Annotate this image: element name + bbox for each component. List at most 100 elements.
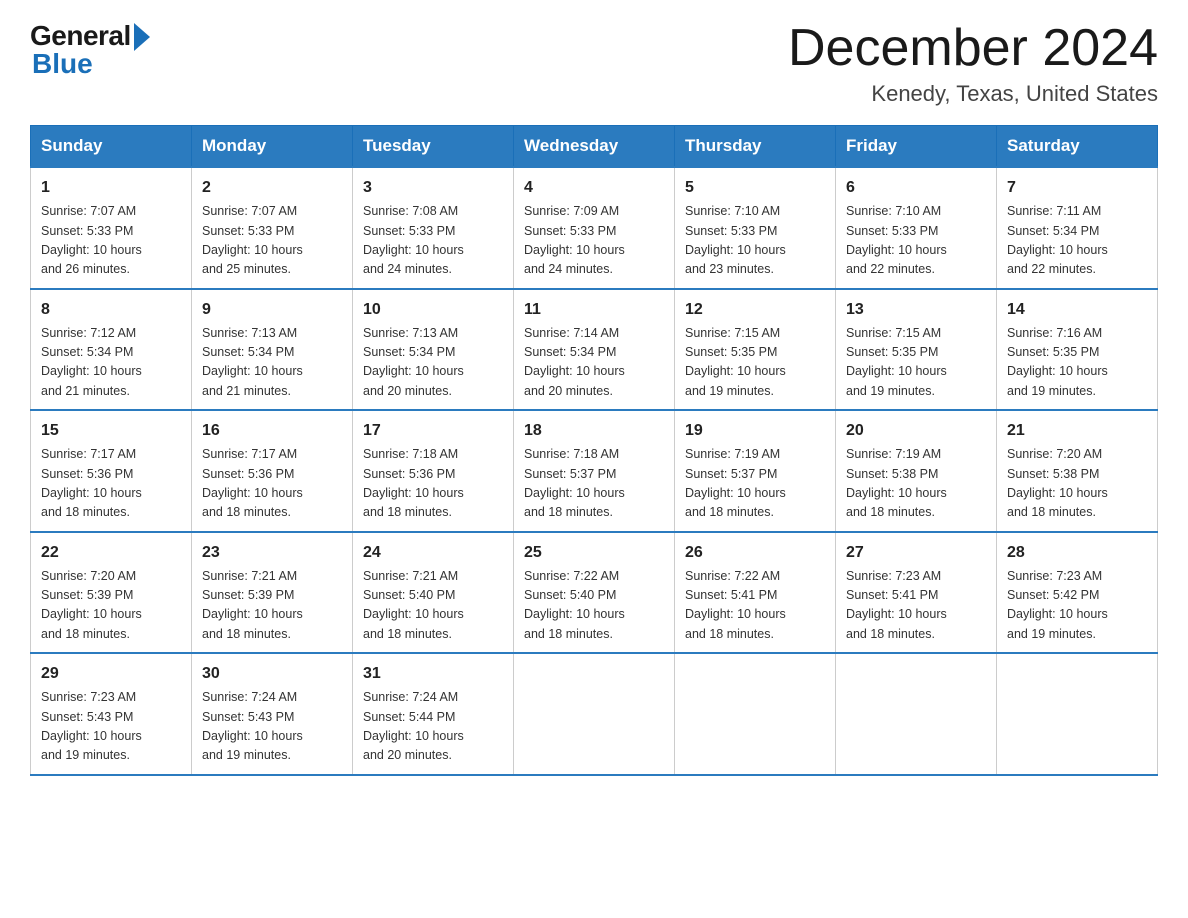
table-row: 17Sunrise: 7:18 AMSunset: 5:36 PMDayligh… <box>353 410 514 532</box>
day-info: Sunrise: 7:07 AMSunset: 5:33 PMDaylight:… <box>202 202 342 280</box>
day-info: Sunrise: 7:18 AMSunset: 5:37 PMDaylight:… <box>524 445 664 523</box>
day-header-saturday: Saturday <box>997 126 1158 168</box>
day-number: 3 <box>363 176 503 200</box>
day-info: Sunrise: 7:22 AMSunset: 5:40 PMDaylight:… <box>524 567 664 645</box>
table-row: 2Sunrise: 7:07 AMSunset: 5:33 PMDaylight… <box>192 167 353 289</box>
day-number: 16 <box>202 419 342 443</box>
logo: General Blue <box>30 20 150 80</box>
table-row: 4Sunrise: 7:09 AMSunset: 5:33 PMDaylight… <box>514 167 675 289</box>
calendar-week-3: 15Sunrise: 7:17 AMSunset: 5:36 PMDayligh… <box>31 410 1158 532</box>
day-info: Sunrise: 7:10 AMSunset: 5:33 PMDaylight:… <box>685 202 825 280</box>
day-number: 31 <box>363 662 503 686</box>
table-row: 12Sunrise: 7:15 AMSunset: 5:35 PMDayligh… <box>675 289 836 411</box>
day-number: 4 <box>524 176 664 200</box>
day-number: 15 <box>41 419 181 443</box>
table-row <box>836 653 997 775</box>
calendar-week-4: 22Sunrise: 7:20 AMSunset: 5:39 PMDayligh… <box>31 532 1158 654</box>
day-number: 6 <box>846 176 986 200</box>
table-row: 1Sunrise: 7:07 AMSunset: 5:33 PMDaylight… <box>31 167 192 289</box>
table-row <box>514 653 675 775</box>
day-header-friday: Friday <box>836 126 997 168</box>
location-subtitle: Kenedy, Texas, United States <box>788 81 1158 107</box>
day-number: 26 <box>685 541 825 565</box>
day-info: Sunrise: 7:23 AMSunset: 5:43 PMDaylight:… <box>41 688 181 766</box>
day-info: Sunrise: 7:13 AMSunset: 5:34 PMDaylight:… <box>363 324 503 402</box>
logo-blue-text: Blue <box>32 48 93 80</box>
table-row: 24Sunrise: 7:21 AMSunset: 5:40 PMDayligh… <box>353 532 514 654</box>
day-info: Sunrise: 7:22 AMSunset: 5:41 PMDaylight:… <box>685 567 825 645</box>
day-number: 29 <box>41 662 181 686</box>
day-info: Sunrise: 7:16 AMSunset: 5:35 PMDaylight:… <box>1007 324 1147 402</box>
day-number: 10 <box>363 298 503 322</box>
day-info: Sunrise: 7:19 AMSunset: 5:37 PMDaylight:… <box>685 445 825 523</box>
table-row: 8Sunrise: 7:12 AMSunset: 5:34 PMDaylight… <box>31 289 192 411</box>
day-number: 13 <box>846 298 986 322</box>
day-info: Sunrise: 7:18 AMSunset: 5:36 PMDaylight:… <box>363 445 503 523</box>
month-year-title: December 2024 <box>788 20 1158 77</box>
day-number: 24 <box>363 541 503 565</box>
table-row <box>675 653 836 775</box>
day-number: 7 <box>1007 176 1147 200</box>
day-number: 12 <box>685 298 825 322</box>
calendar-table: SundayMondayTuesdayWednesdayThursdayFrid… <box>30 125 1158 776</box>
day-info: Sunrise: 7:24 AMSunset: 5:43 PMDaylight:… <box>202 688 342 766</box>
day-info: Sunrise: 7:14 AMSunset: 5:34 PMDaylight:… <box>524 324 664 402</box>
table-row: 10Sunrise: 7:13 AMSunset: 5:34 PMDayligh… <box>353 289 514 411</box>
day-number: 25 <box>524 541 664 565</box>
table-row: 7Sunrise: 7:11 AMSunset: 5:34 PMDaylight… <box>997 167 1158 289</box>
day-number: 22 <box>41 541 181 565</box>
day-number: 19 <box>685 419 825 443</box>
calendar-week-1: 1Sunrise: 7:07 AMSunset: 5:33 PMDaylight… <box>31 167 1158 289</box>
table-row: 23Sunrise: 7:21 AMSunset: 5:39 PMDayligh… <box>192 532 353 654</box>
day-number: 18 <box>524 419 664 443</box>
day-info: Sunrise: 7:15 AMSunset: 5:35 PMDaylight:… <box>685 324 825 402</box>
table-row: 27Sunrise: 7:23 AMSunset: 5:41 PMDayligh… <box>836 532 997 654</box>
calendar-body: 1Sunrise: 7:07 AMSunset: 5:33 PMDaylight… <box>31 167 1158 775</box>
table-row: 25Sunrise: 7:22 AMSunset: 5:40 PMDayligh… <box>514 532 675 654</box>
day-info: Sunrise: 7:17 AMSunset: 5:36 PMDaylight:… <box>202 445 342 523</box>
day-info: Sunrise: 7:20 AMSunset: 5:39 PMDaylight:… <box>41 567 181 645</box>
logo-arrow-icon <box>134 23 150 51</box>
day-info: Sunrise: 7:09 AMSunset: 5:33 PMDaylight:… <box>524 202 664 280</box>
day-header-sunday: Sunday <box>31 126 192 168</box>
table-row: 30Sunrise: 7:24 AMSunset: 5:43 PMDayligh… <box>192 653 353 775</box>
table-row: 3Sunrise: 7:08 AMSunset: 5:33 PMDaylight… <box>353 167 514 289</box>
day-number: 28 <box>1007 541 1147 565</box>
day-info: Sunrise: 7:19 AMSunset: 5:38 PMDaylight:… <box>846 445 986 523</box>
day-number: 14 <box>1007 298 1147 322</box>
day-info: Sunrise: 7:11 AMSunset: 5:34 PMDaylight:… <box>1007 202 1147 280</box>
table-row: 14Sunrise: 7:16 AMSunset: 5:35 PMDayligh… <box>997 289 1158 411</box>
table-row: 19Sunrise: 7:19 AMSunset: 5:37 PMDayligh… <box>675 410 836 532</box>
day-number: 1 <box>41 176 181 200</box>
table-row: 5Sunrise: 7:10 AMSunset: 5:33 PMDaylight… <box>675 167 836 289</box>
day-info: Sunrise: 7:07 AMSunset: 5:33 PMDaylight:… <box>41 202 181 280</box>
day-info: Sunrise: 7:15 AMSunset: 5:35 PMDaylight:… <box>846 324 986 402</box>
table-row: 9Sunrise: 7:13 AMSunset: 5:34 PMDaylight… <box>192 289 353 411</box>
table-row: 28Sunrise: 7:23 AMSunset: 5:42 PMDayligh… <box>997 532 1158 654</box>
day-info: Sunrise: 7:17 AMSunset: 5:36 PMDaylight:… <box>41 445 181 523</box>
day-number: 23 <box>202 541 342 565</box>
table-row: 13Sunrise: 7:15 AMSunset: 5:35 PMDayligh… <box>836 289 997 411</box>
calendar-week-2: 8Sunrise: 7:12 AMSunset: 5:34 PMDaylight… <box>31 289 1158 411</box>
day-info: Sunrise: 7:21 AMSunset: 5:40 PMDaylight:… <box>363 567 503 645</box>
day-number: 8 <box>41 298 181 322</box>
calendar-header: SundayMondayTuesdayWednesdayThursdayFrid… <box>31 126 1158 168</box>
day-number: 27 <box>846 541 986 565</box>
day-info: Sunrise: 7:08 AMSunset: 5:33 PMDaylight:… <box>363 202 503 280</box>
day-number: 30 <box>202 662 342 686</box>
calendar-week-5: 29Sunrise: 7:23 AMSunset: 5:43 PMDayligh… <box>31 653 1158 775</box>
day-info: Sunrise: 7:24 AMSunset: 5:44 PMDaylight:… <box>363 688 503 766</box>
table-row: 20Sunrise: 7:19 AMSunset: 5:38 PMDayligh… <box>836 410 997 532</box>
title-block: December 2024 Kenedy, Texas, United Stat… <box>788 20 1158 107</box>
day-info: Sunrise: 7:23 AMSunset: 5:42 PMDaylight:… <box>1007 567 1147 645</box>
table-row: 15Sunrise: 7:17 AMSunset: 5:36 PMDayligh… <box>31 410 192 532</box>
table-row: 18Sunrise: 7:18 AMSunset: 5:37 PMDayligh… <box>514 410 675 532</box>
table-row: 26Sunrise: 7:22 AMSunset: 5:41 PMDayligh… <box>675 532 836 654</box>
day-number: 17 <box>363 419 503 443</box>
day-info: Sunrise: 7:10 AMSunset: 5:33 PMDaylight:… <box>846 202 986 280</box>
table-row: 6Sunrise: 7:10 AMSunset: 5:33 PMDaylight… <box>836 167 997 289</box>
table-row <box>997 653 1158 775</box>
day-number: 21 <box>1007 419 1147 443</box>
table-row: 22Sunrise: 7:20 AMSunset: 5:39 PMDayligh… <box>31 532 192 654</box>
days-of-week-row: SundayMondayTuesdayWednesdayThursdayFrid… <box>31 126 1158 168</box>
